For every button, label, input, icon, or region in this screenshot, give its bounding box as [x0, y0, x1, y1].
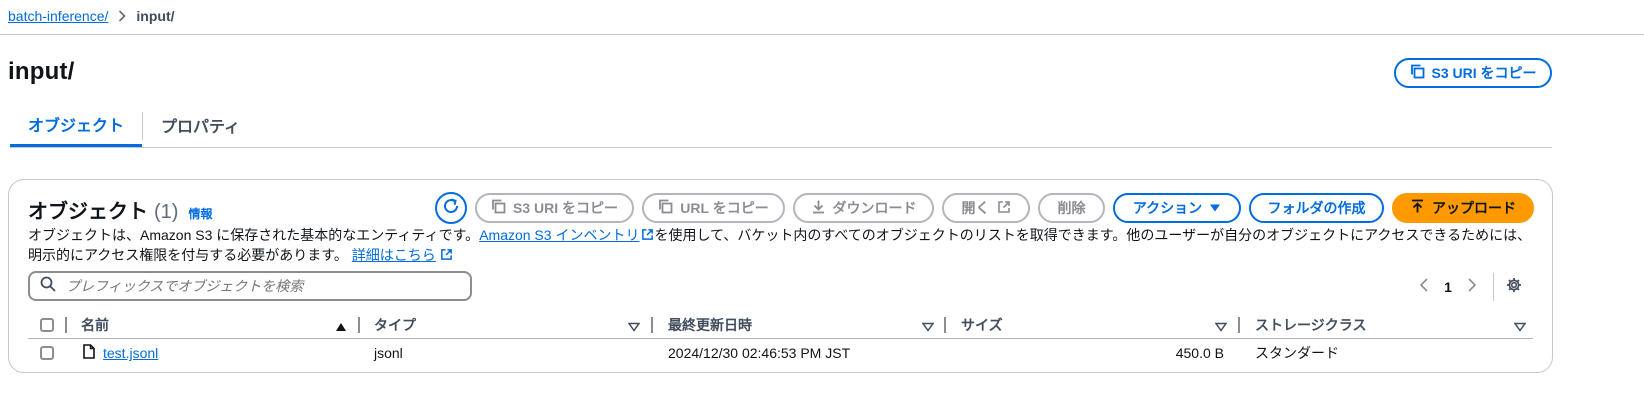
column-header-storage-class[interactable]: ストレージクラス	[1255, 311, 1366, 339]
objects-title: オブジェクト	[28, 201, 148, 223]
objects-count: (1)	[154, 201, 179, 223]
objects-header: オブジェクト (1) 情報	[28, 195, 212, 224]
column-header-type[interactable]: タイプ	[374, 311, 416, 339]
upload-label: アップロード	[1432, 200, 1516, 216]
search-field	[28, 271, 472, 301]
copy-s3-uri-label: S3 URI をコピー	[1431, 65, 1537, 81]
create-folder-label: フォルダの作成	[1267, 200, 1366, 216]
upload-icon	[1410, 199, 1425, 217]
create-folder-button[interactable]: フォルダの作成	[1249, 193, 1384, 223]
previous-page-button[interactable]	[1419, 277, 1429, 297]
external-link-icon	[997, 200, 1011, 217]
column-header-size[interactable]: サイズ	[961, 311, 1003, 339]
object-name-cell: test.jsonl	[83, 339, 158, 367]
table-header: 名前 タイプ 最終更新日時 サイズ ストレージクラス	[28, 311, 1533, 339]
pagination: 1	[1419, 273, 1522, 301]
copy-icon	[1410, 64, 1425, 82]
column-header-name[interactable]: 名前	[81, 311, 109, 339]
table-row: test.jsonl jsonl 2024/12/30 02:46:53 PM …	[28, 339, 1533, 367]
object-name-link[interactable]: test.jsonl	[103, 345, 158, 361]
next-page-button[interactable]	[1467, 277, 1477, 297]
column-divider	[651, 317, 653, 333]
copy-s3-uri-label: S3 URI をコピー	[513, 200, 619, 216]
column-divider	[944, 317, 946, 333]
open-label: 開く	[961, 200, 990, 216]
open-button[interactable]: 開く	[942, 193, 1030, 223]
details-link-label: 詳細はこちら	[351, 247, 436, 263]
actions-dropdown-button[interactable]: アクション	[1113, 193, 1241, 223]
breadcrumb: batch-inference/ input/	[8, 5, 175, 27]
copy-url-button[interactable]: URL をコピー	[642, 193, 785, 223]
sort-ascending-icon[interactable]	[335, 319, 347, 337]
upload-button[interactable]: アップロード	[1392, 193, 1534, 223]
search-icon	[40, 276, 56, 297]
sort-icon[interactable]	[1214, 319, 1228, 337]
row-checkbox[interactable]	[40, 339, 54, 367]
column-divider	[65, 317, 67, 333]
caret-down-icon	[1209, 200, 1221, 216]
objects-actions: S3 URI をコピー URL をコピー ダウンロード 開く 削除 アクション	[435, 192, 1534, 224]
page-title: input/	[8, 58, 75, 85]
select-all-checkbox[interactable]	[40, 311, 54, 339]
copy-icon	[658, 199, 673, 217]
description-text-1: オブジェクトは、Amazon S3 に保存された基本的なエンティティです。	[28, 227, 480, 243]
breadcrumb-link-batch-inference[interactable]: batch-inference/	[8, 8, 108, 24]
column-header-last-modified[interactable]: 最終更新日時	[668, 311, 752, 339]
details-link[interactable]: 詳細はこちら	[352, 247, 453, 263]
delete-button[interactable]: 削除	[1038, 193, 1105, 223]
inventory-link[interactable]: Amazon S3 インベントリ	[479, 227, 654, 243]
inventory-link-label: Amazon S3 インベントリ	[479, 227, 640, 243]
tab-objects[interactable]: オブジェクト	[10, 104, 143, 148]
download-icon	[811, 199, 826, 217]
tabs-divider	[10, 147, 1552, 148]
copy-url-label: URL をコピー	[680, 200, 769, 216]
sort-icon[interactable]	[921, 319, 935, 337]
object-type: jsonl	[374, 345, 403, 361]
object-size: 450.0 B	[1175, 345, 1224, 361]
pagination-divider	[1493, 273, 1494, 301]
search-input[interactable]	[64, 277, 444, 295]
sort-icon[interactable]	[627, 319, 641, 337]
file-icon	[83, 344, 95, 362]
breadcrumb-current: input/	[136, 8, 175, 24]
delete-label: 削除	[1057, 200, 1086, 216]
object-storage-class: スタンダード	[1255, 345, 1339, 361]
page-number[interactable]: 1	[1441, 279, 1455, 295]
settings-gear-icon[interactable]	[1506, 277, 1522, 298]
external-link-icon	[639, 227, 654, 243]
sort-icon[interactable]	[1513, 319, 1527, 337]
copy-s3-uri-button[interactable]: S3 URI をコピー	[1394, 58, 1552, 88]
download-label: ダウンロード	[832, 200, 917, 216]
refresh-button[interactable]	[435, 192, 467, 224]
tab-properties[interactable]: プロパティ	[143, 104, 258, 146]
header-divider	[0, 34, 1644, 35]
refresh-icon	[442, 197, 460, 220]
column-divider	[358, 317, 360, 333]
actions-label: アクション	[1132, 200, 1203, 216]
download-button[interactable]: ダウンロード	[793, 193, 934, 223]
objects-panel: オブジェクト (1) 情報 S3 URI をコピー URL をコピー ダウンロー	[8, 179, 1553, 373]
info-link[interactable]: 情報	[188, 205, 212, 222]
object-last-modified: 2024/12/30 02:46:53 PM JST	[668, 345, 851, 361]
copy-s3-uri-button-disabled[interactable]: S3 URI をコピー	[475, 193, 634, 223]
objects-description: オブジェクトは、Amazon S3 に保存された基本的なエンティティです。Ama…	[28, 225, 1533, 265]
column-divider	[1238, 317, 1240, 333]
tab-list: オブジェクト プロパティ	[10, 104, 258, 148]
copy-icon	[491, 199, 506, 217]
chevron-right-icon	[118, 10, 127, 22]
external-link-icon	[436, 247, 453, 263]
